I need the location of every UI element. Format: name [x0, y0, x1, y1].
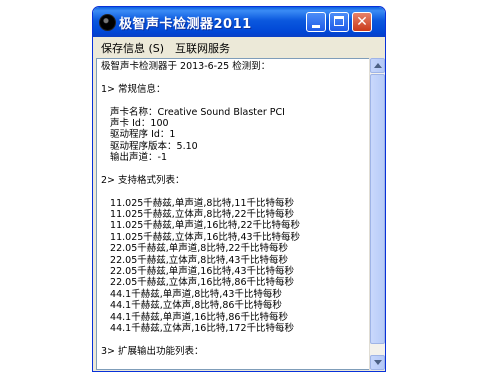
report-line: [101, 95, 353, 106]
maximize-button[interactable]: [329, 12, 349, 32]
arrow-down-icon: [374, 360, 382, 365]
minimize-button[interactable]: [306, 12, 326, 32]
report-line: 声卡名称：Creative Sound Blaster PCI: [101, 106, 285, 118]
report-line: 22.05千赫兹,单声道,8比特,22千比特每秒: [101, 243, 288, 255]
report-line: [101, 334, 353, 345]
report-line: 11.025千赫兹,单声道,16比特,22千比特每秒: [101, 220, 301, 232]
report-line: 极智声卡检测器于 2013-6-25 检测到：: [101, 61, 271, 72]
close-button[interactable]: ✕: [352, 12, 372, 32]
window-title: 极智声卡检测器2011: [119, 17, 252, 32]
report-line: 44.1千赫兹,单声道,16比特,86千比特每秒: [101, 311, 288, 323]
report-line: 3> 扩展输出功能列表：: [101, 345, 204, 357]
arrow-up-icon: [374, 63, 382, 68]
minimize-icon: [312, 25, 320, 28]
report-line: 11.025千赫兹,单声道,8比特,11千比特每秒: [101, 197, 294, 209]
scroll-up-button[interactable]: [370, 58, 385, 73]
report-line: [101, 72, 353, 83]
scroll-down-button[interactable]: [370, 355, 385, 370]
report-line: 22.05千赫兹,单声道,16比特,43千比特每秒: [101, 266, 294, 278]
report-line: 11.025千赫兹,立体声,16比特,43千比特每秒: [101, 231, 301, 243]
report-line: 22.05千赫兹,立体声,8比特,43千比特每秒: [101, 254, 288, 266]
scroll-thumb[interactable]: [370, 74, 385, 344]
report-line: 44.1千赫兹,立体声,16比特,172千比特每秒: [101, 322, 294, 334]
report-line: 44.1千赫兹,单声道,8比特,43千比特每秒: [101, 288, 282, 300]
report-line: 44.1千赫兹,立体声,8比特,86千比特每秒: [101, 300, 282, 312]
report-lines: 极智声卡检测器于 2013-6-25 检测到： 1> 常规信息： 声卡名称：Cre…: [101, 61, 353, 357]
title-bar[interactable]: 极智声卡检测器2011 ✕: [93, 7, 385, 37]
menu-internet-services[interactable]: 互联网服务: [175, 40, 230, 56]
report-line: 1> 常规信息：: [101, 83, 166, 95]
maximize-icon: [334, 16, 344, 26]
report-line: 声卡 Id：100: [101, 117, 169, 129]
report-line: 22.05千赫兹,立体声,16比特,86千比特每秒: [101, 277, 294, 289]
menu-bar: 保存信息 (S) 互联网服务: [93, 37, 385, 57]
report-line: 2> 支持格式列表：: [101, 174, 185, 186]
close-icon: ✕: [356, 14, 368, 30]
report-line: 驱动程序 Id：1: [101, 129, 176, 141]
report-line: 输出声道：-1: [101, 152, 168, 164]
report-line: [101, 186, 353, 197]
vertical-scrollbar[interactable]: [369, 58, 385, 370]
report-text-area[interactable]: 极智声卡检测器于 2013-6-25 检测到： 1> 常规信息： 声卡名称：Cre…: [96, 58, 370, 370]
report-line: 驱动程序版本：5.10: [101, 140, 198, 152]
app-icon[interactable]: [99, 14, 116, 31]
report-line: 11.025千赫兹,立体声,8比特,22千比特每秒: [101, 209, 294, 221]
menu-save-info[interactable]: 保存信息 (S): [101, 40, 164, 56]
report-line: [101, 164, 353, 175]
app-window: 极智声卡检测器2011 ✕ 保存信息 (S) 互联网服务 极智声卡检测器于 20…: [92, 6, 386, 372]
